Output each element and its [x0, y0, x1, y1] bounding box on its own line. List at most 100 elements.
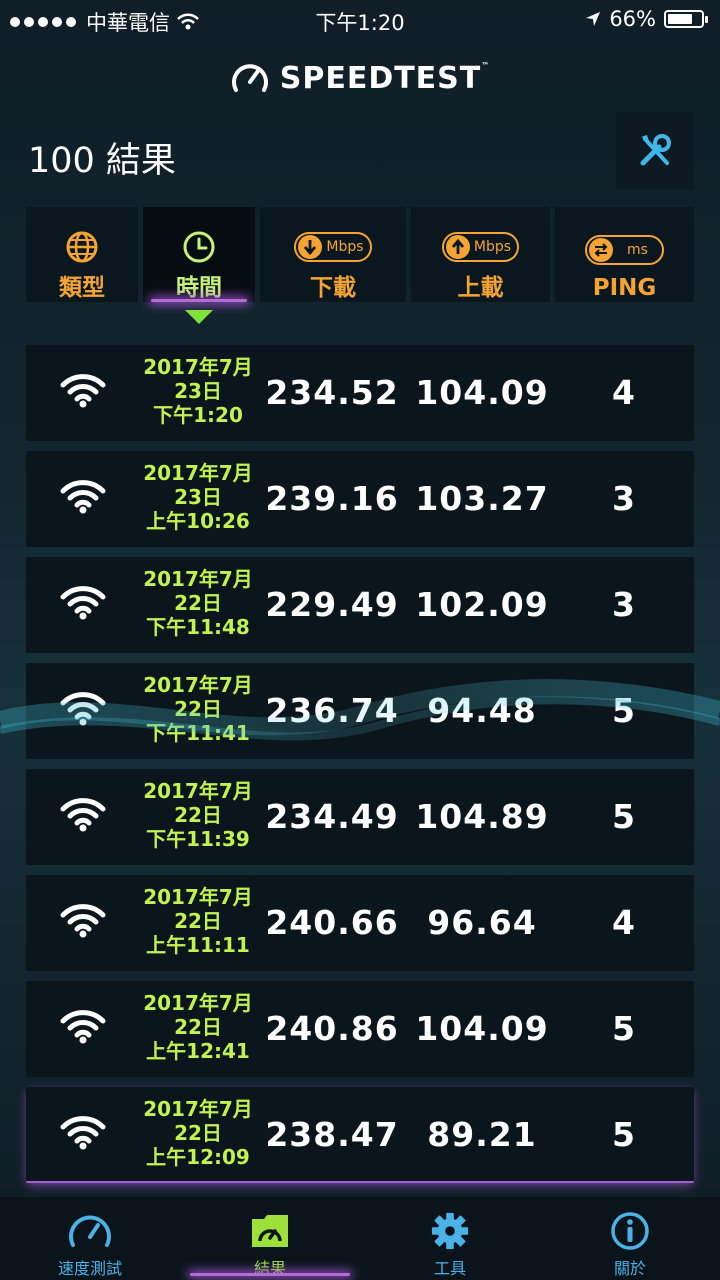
speedometer-logo-icon — [231, 64, 268, 92]
result-upload: 102.09 — [415, 585, 549, 624]
result-upload: 89.21 — [427, 1115, 537, 1154]
result-date-month: 2017年7月 — [143, 885, 253, 909]
results-folder-icon — [252, 1215, 288, 1247]
wifi-icon — [60, 691, 106, 731]
result-row[interactable]: 2017年7月 22日 下午11:39 234.49 104.89 5 — [26, 769, 694, 865]
result-upload: 96.64 — [427, 903, 537, 942]
bottom-nav: 速度測試 結果 工具 關於 — [0, 1197, 720, 1280]
tools-icon — [640, 134, 671, 166]
result-date: 2017年7月 22日 下午11:41 — [138, 673, 258, 745]
result-date-time: 上午12:41 — [146, 1039, 250, 1063]
globe-icon — [66, 231, 98, 262]
tools-button[interactable] — [616, 112, 694, 190]
result-date-month: 2017年7月 — [143, 567, 253, 591]
info-icon — [611, 1212, 649, 1250]
result-row[interactable]: 2017年7月 23日 上午10:26 239.16 103.27 3 — [26, 451, 694, 547]
result-download: 240.66 — [265, 903, 399, 942]
result-upload: 104.09 — [415, 373, 549, 412]
nav-results[interactable]: 結果 — [180, 1197, 360, 1280]
result-download: 236.74 — [265, 691, 399, 730]
result-date-day: 22日 — [174, 909, 222, 933]
result-download: 229.49 — [265, 585, 399, 624]
result-ping: 5 — [612, 797, 636, 836]
result-date-time: 上午11:11 — [146, 933, 250, 957]
column-type[interactable]: 類型 — [26, 207, 138, 302]
column-upload-label: 上載 — [457, 275, 504, 301]
result-date-day: 22日 — [174, 1015, 222, 1039]
result-date-time: 下午11:39 — [146, 827, 250, 851]
column-download[interactable]: Mbps 下載 — [260, 207, 406, 302]
result-ping: 5 — [612, 691, 636, 730]
result-download: 234.49 — [265, 797, 399, 836]
result-ping: 3 — [612, 479, 636, 518]
wifi-icon — [60, 1009, 106, 1049]
battery-percent: 66% — [609, 7, 656, 31]
result-date: 2017年7月 23日 上午10:26 — [138, 461, 258, 533]
result-row[interactable]: 2017年7月 22日 下午11:41 236.74 94.48 5 — [26, 663, 694, 759]
result-row[interactable]: 2017年7月 22日 上午12:09 238.47 89.21 5 — [26, 1087, 694, 1183]
result-download: 234.52 — [265, 373, 399, 412]
result-date-time: 下午11:41 — [146, 721, 250, 745]
column-type-label: 類型 — [59, 275, 105, 301]
nav-tools[interactable]: 工具 — [360, 1197, 540, 1280]
nav-speedtest-label: 速度測試 — [57, 1259, 122, 1278]
result-date-time: 下午1:20 — [153, 403, 243, 427]
nav-speedtest[interactable]: 速度測試 — [0, 1197, 180, 1280]
result-ping: 4 — [612, 903, 636, 942]
result-ping: 5 — [612, 1009, 636, 1048]
column-ping-label: PING — [592, 275, 657, 301]
wifi-icon — [60, 479, 106, 519]
result-date-day: 22日 — [174, 591, 222, 615]
result-row[interactable]: 2017年7月 23日 下午1:20 234.52 104.09 4 — [26, 345, 694, 441]
result-ping: 4 — [612, 373, 636, 412]
page-title: 100 結果 — [28, 141, 176, 181]
result-row[interactable]: 2017年7月 22日 下午11:48 229.49 102.09 3 — [26, 557, 694, 653]
result-date: 2017年7月 22日 下午11:39 — [138, 779, 258, 851]
nav-about[interactable]: 關於 — [540, 1197, 720, 1280]
column-upload[interactable]: Mbps 上載 — [411, 207, 550, 302]
column-ping[interactable]: ms PING — [555, 207, 694, 302]
download-unit: Mbps — [326, 238, 364, 255]
clock-icon — [183, 231, 215, 262]
result-date-day: 22日 — [174, 1121, 222, 1145]
wifi-icon — [60, 585, 106, 625]
wifi-icon — [60, 903, 106, 943]
result-date-month: 2017年7月 — [143, 1097, 253, 1121]
trademark: ™ — [481, 60, 491, 70]
ping-arrows-icon — [594, 243, 608, 257]
column-download-label: 下載 — [310, 275, 356, 301]
result-date-time: 上午12:09 — [146, 1145, 250, 1169]
sort-indicator-icon — [185, 310, 213, 324]
result-download: 240.86 — [265, 1009, 399, 1048]
wifi-icon — [60, 1115, 106, 1155]
wifi-icon — [60, 373, 106, 413]
wifi-icon — [60, 797, 106, 837]
result-upload: 104.09 — [415, 1009, 549, 1048]
upload-arrow-icon — [451, 238, 464, 254]
result-upload: 94.48 — [427, 691, 537, 730]
result-row[interactable]: 2017年7月 22日 上午12:41 240.86 104.09 5 — [26, 981, 694, 1077]
battery-icon — [664, 10, 708, 28]
result-date-month: 2017年7月 — [143, 355, 253, 379]
result-download: 238.47 — [265, 1115, 399, 1154]
result-ping: 3 — [612, 585, 636, 624]
result-date-day: 23日 — [174, 379, 222, 403]
column-time[interactable]: 時間 — [143, 207, 255, 302]
result-ping: 5 — [612, 1115, 636, 1154]
result-date: 2017年7月 22日 上午12:09 — [138, 1097, 258, 1169]
upload-unit: Mbps — [473, 238, 512, 255]
result-date: 2017年7月 23日 下午1:20 — [138, 355, 258, 427]
result-date-month: 2017年7月 — [143, 673, 253, 697]
location-arrow-icon — [586, 12, 601, 26]
result-date-day: 22日 — [174, 697, 222, 721]
result-date-time: 上午10:26 — [146, 509, 250, 533]
result-date: 2017年7月 22日 上午11:11 — [138, 885, 258, 957]
result-row[interactable]: 2017年7月 22日 上午11:11 240.66 96.64 4 — [26, 875, 694, 971]
status-bar: 中華電信 下午1:20 66% — [0, 0, 720, 38]
result-date: 2017年7月 22日 上午12:41 — [138, 991, 258, 1063]
gear-icon — [431, 1212, 469, 1250]
result-download: 239.16 — [265, 479, 399, 518]
result-date-time: 下午11:48 — [146, 615, 250, 639]
speedometer-icon — [69, 1215, 111, 1247]
nav-about-label: 關於 — [613, 1259, 646, 1278]
